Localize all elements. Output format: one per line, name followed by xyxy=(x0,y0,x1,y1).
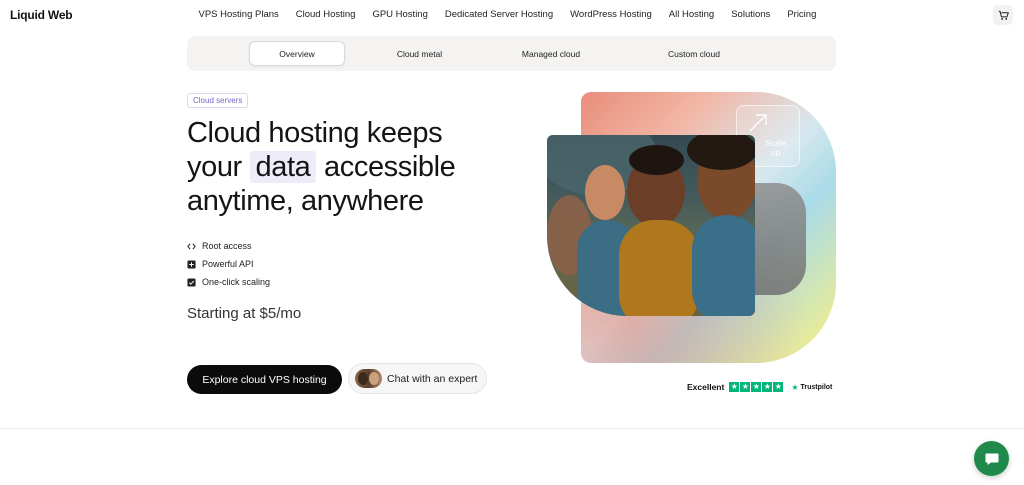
explore-cloud-vps-button[interactable]: Explore cloud VPS hosting xyxy=(187,365,342,394)
tab-custom-cloud[interactable]: Custom cloud xyxy=(653,41,735,66)
chat-bubble-icon xyxy=(985,453,998,465)
star-icon: ★ xyxy=(729,382,740,392)
category-badge: Cloud servers xyxy=(187,93,249,108)
tab-overview[interactable]: Overview xyxy=(249,41,345,66)
star-rating: ★ ★ ★ ★ ★ xyxy=(729,382,784,392)
nav-item-vps-hosting-plans[interactable]: VPS Hosting Plans xyxy=(190,9,287,20)
brand-logo[interactable]: Liquid Web xyxy=(10,8,73,22)
star-icon: ★ xyxy=(762,382,773,392)
list-item: One-click scaling xyxy=(187,273,270,291)
tab-managed-cloud[interactable]: Managed cloud xyxy=(505,41,597,66)
star-icon: ★ xyxy=(740,382,751,392)
nav-item-pricing[interactable]: Pricing xyxy=(779,9,825,20)
page-title: Cloud hosting keeps your data accessible… xyxy=(187,116,487,218)
nav-item-wordpress-hosting[interactable]: WordPress Hosting xyxy=(562,9,661,20)
feature-label: Root access xyxy=(202,241,252,251)
hero-photo xyxy=(547,135,755,316)
list-item: Root access xyxy=(187,237,270,255)
cart-icon xyxy=(998,10,1009,20)
top-navigation: Liquid Web VPS Hosting Plans Cloud Hosti… xyxy=(0,0,1024,30)
rating-label: Excellent xyxy=(687,382,725,392)
star-icon: ★ xyxy=(751,382,762,392)
main-menu: VPS Hosting Plans Cloud Hosting GPU Host… xyxy=(190,9,825,20)
trustpilot-rating[interactable]: Excellent ★ ★ ★ ★ ★ ★ Trustpilot xyxy=(687,381,832,393)
scale-up-label: Scale up xyxy=(765,138,787,157)
check-box-icon xyxy=(187,277,196,287)
nav-item-dedicated-server-hosting[interactable]: Dedicated Server Hosting xyxy=(436,9,561,20)
chat-with-expert-label: Chat with an expert xyxy=(387,372,478,385)
section-divider xyxy=(0,428,1024,429)
nav-item-gpu-hosting[interactable]: GPU Hosting xyxy=(364,9,436,20)
price-text: Starting at $5/mo xyxy=(187,305,302,322)
list-item: Powerful API xyxy=(187,255,270,273)
trustpilot-logo: ★ Trustpilot xyxy=(791,382,833,392)
feature-list: Root access Powerful API One-click scali… xyxy=(187,237,270,291)
plus-box-icon xyxy=(187,259,196,269)
star-icon: ★ xyxy=(773,382,784,392)
nav-item-cloud-hosting[interactable]: Cloud Hosting xyxy=(287,9,364,20)
nav-item-all-hosting[interactable]: All Hosting xyxy=(660,9,722,20)
feature-label: One-click scaling xyxy=(202,277,271,287)
subnav-tabs: Overview Cloud metal Managed cloud Custo… xyxy=(187,36,836,71)
headline-highlight: data xyxy=(249,151,317,183)
chat-with-expert-button[interactable]: Chat with an expert xyxy=(348,363,487,394)
trustpilot-star-icon: ★ xyxy=(791,382,799,392)
decorative-shape xyxy=(755,183,806,295)
nav-item-solutions[interactable]: Solutions xyxy=(723,9,779,20)
expert-avatars xyxy=(355,369,382,388)
code-icon xyxy=(187,242,196,251)
tab-cloud-metal[interactable]: Cloud metal xyxy=(377,41,462,66)
chat-launcher-button[interactable] xyxy=(974,441,1009,476)
arrow-up-right-icon xyxy=(749,114,767,132)
cart-button[interactable] xyxy=(993,5,1013,25)
feature-label: Powerful API xyxy=(202,259,254,269)
